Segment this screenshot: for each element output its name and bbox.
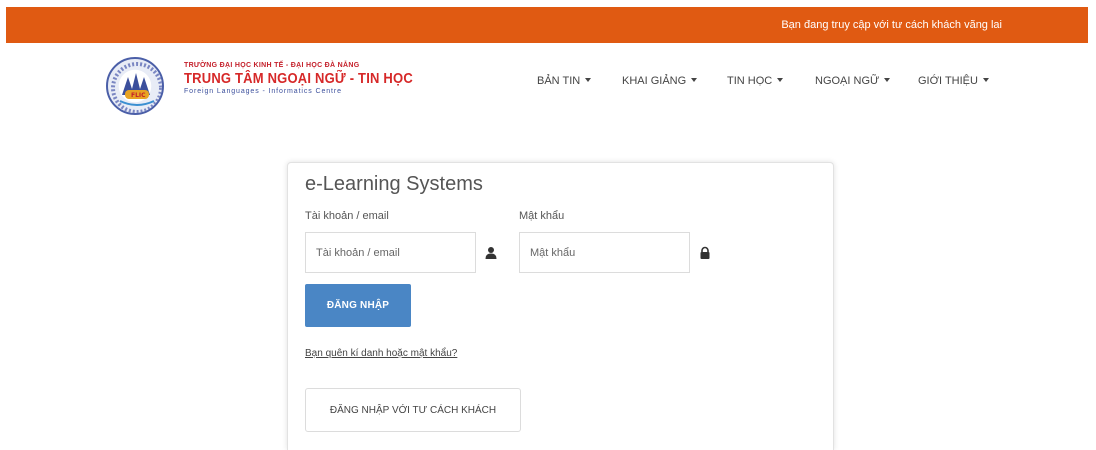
login-title: e-Learning Systems — [305, 173, 483, 195]
login-card: e-Learning Systems Tài khoản / email Mật… — [287, 162, 834, 450]
caret-down-icon — [884, 78, 891, 83]
nav-item-ngoai-ngu[interactable]: NGOẠI NGỮ — [815, 75, 891, 87]
guest-login-button[interactable]: ĐĂNG NHẬP VỚI TƯ CÁCH KHÁCH — [305, 388, 521, 432]
nav-item-label: KHAI GIẢNG — [622, 75, 687, 87]
brand-university-name: TRƯỜNG ĐẠI HỌC KINH TẾ - ĐẠI HỌC ĐÀ NẴNG — [184, 62, 360, 69]
logo-emblem-icon: FLIC — [111, 62, 162, 113]
nav-item-label: TIN HỌC — [727, 75, 773, 87]
nav-item-label: BẢN TIN — [537, 75, 581, 87]
nav-item-gioi-thieu[interactable]: GIỚI THIỆU — [918, 75, 989, 87]
brand-center-name: TRUNG TÂM NGOẠI NGỮ - TIN HỌC — [184, 70, 413, 87]
nav-item-tin-hoc[interactable]: TIN HỌC — [727, 75, 784, 87]
nav-item-ban-tin[interactable]: BẢN TIN — [537, 75, 592, 87]
nav-item-khai-giang[interactable]: KHAI GIẢNG — [622, 75, 698, 87]
caret-down-icon — [982, 78, 989, 83]
caret-down-icon — [777, 78, 784, 83]
username-label: Tài khoản / email — [305, 210, 389, 222]
guest-notice-text: Bạn đang truy cập với tư cách khách vãng… — [781, 19, 1002, 31]
logo-text: FLIC — [131, 92, 146, 99]
username-input[interactable] — [305, 232, 476, 273]
site-logo[interactable]: FLIC — [106, 57, 164, 115]
forgot-password-link[interactable]: Bạn quên kí danh hoặc mật khẩu? — [305, 348, 457, 359]
login-button[interactable]: ĐĂNG NHẬP — [305, 284, 411, 327]
top-notice-bar: Bạn đang truy cập với tư cách khách vãng… — [6, 7, 1088, 43]
caret-down-icon — [691, 78, 698, 83]
brand-block[interactable]: TRƯỜNG ĐẠI HỌC KINH TẾ - ĐẠI HỌC ĐÀ NẴNG… — [184, 61, 413, 97]
brand-english-name: Foreign Languages - Informatics Centre — [184, 88, 342, 95]
nav-item-label: NGOẠI NGỮ — [815, 75, 880, 87]
nav-item-label: GIỚI THIỆU — [918, 75, 978, 87]
user-icon — [485, 247, 497, 259]
password-input[interactable] — [519, 232, 690, 273]
site-header: FLIC TRƯỜNG ĐẠI HỌC KINH TẾ - ĐẠI HỌC ĐÀ… — [0, 43, 1096, 133]
caret-down-icon — [585, 78, 592, 83]
password-label: Mật khẩu — [519, 210, 565, 222]
lock-icon — [700, 246, 710, 259]
